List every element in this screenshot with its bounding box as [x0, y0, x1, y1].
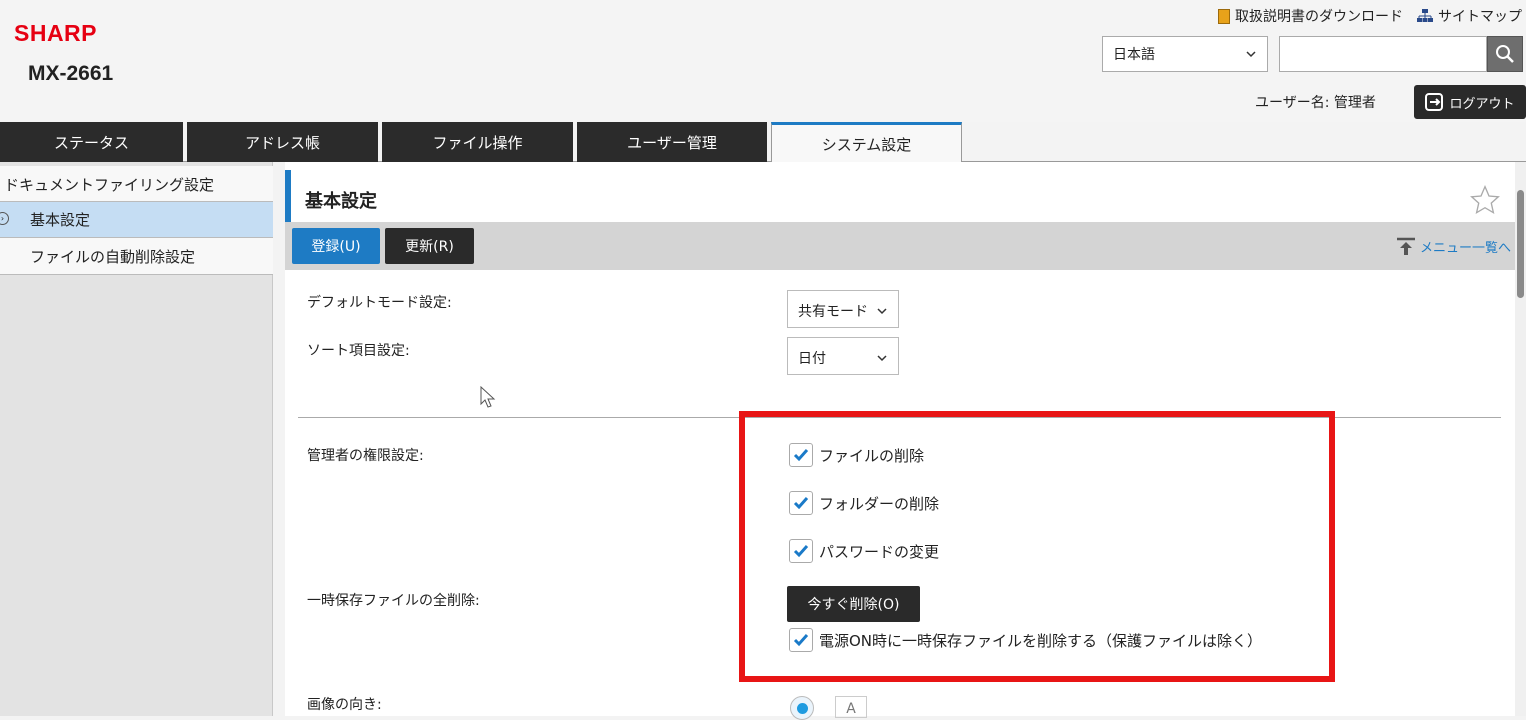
toolbar: 登録(U) 更新(R) メニュー一覧へ [285, 222, 1515, 270]
manual-download-link[interactable]: 取扱説明書のダウンロード [1218, 6, 1403, 26]
default-mode-label: デフォルトモード設定: [307, 295, 452, 311]
back-to-top-icon [1396, 237, 1415, 255]
sidebar-category-document-filing[interactable]: ドキュメントファイリング設定 [0, 166, 273, 202]
tab-user-management[interactable]: ユーザー管理 [577, 122, 767, 162]
tab-address-book[interactable]: アドレス帳 [187, 122, 378, 162]
orientation-a-icon: A [835, 696, 867, 718]
sitemap-icon [1417, 9, 1433, 22]
chevron-right-icon: › [0, 212, 9, 225]
menu-list-link[interactable]: メニュー一覧へ [1394, 236, 1511, 256]
scrollbar[interactable] [1515, 162, 1526, 716]
highlight-box [739, 411, 1335, 682]
sitemap-link[interactable]: サイトマップ [1417, 6, 1522, 26]
search-icon [1496, 45, 1514, 63]
page-title: 基本設定 [285, 170, 1515, 222]
model-name: MX-2661 [28, 62, 114, 85]
logout-label: ログアウト [1449, 96, 1515, 112]
tab-file-operations[interactable]: ファイル操作 [382, 122, 573, 162]
sharp-logo: SHARP [14, 20, 98, 46]
chevron-down-icon [877, 355, 887, 362]
scrollbar-thumb[interactable] [1517, 190, 1524, 298]
search-button[interactable] [1487, 36, 1523, 72]
update-button[interactable]: 更新(R) [385, 228, 474, 264]
star-icon[interactable] [1469, 184, 1501, 216]
logout-button[interactable]: ログアウト [1414, 85, 1526, 119]
radio-dot [796, 702, 808, 714]
tab-status[interactable]: ステータス [0, 122, 183, 162]
sidebar-item-basic-settings[interactable]: › 基本設定 [0, 202, 273, 238]
language-value: 日本語 [1113, 47, 1155, 63]
chevron-down-icon [877, 308, 887, 315]
admin-permissions-label: 管理者の権限設定: [307, 448, 424, 464]
sidebar-item-auto-delete[interactable]: ファイルの自動削除設定 [0, 238, 273, 275]
sitemap-label: サイトマップ [1438, 9, 1522, 25]
manual-download-label: 取扱説明書のダウンロード [1235, 9, 1403, 25]
search-input[interactable] [1279, 36, 1487, 72]
book-icon [1218, 8, 1230, 24]
image-orientation-label: 画像の向き: [307, 697, 382, 713]
language-select[interactable]: 日本語 [1102, 36, 1268, 72]
chevron-down-icon [1246, 51, 1256, 58]
header: SHARP MX-2661 取扱説明書のダウンロード サイトマップ 日本語 ユー… [0, 0, 1526, 122]
main-tabs: ステータス アドレス帳 ファイル操作 ユーザー管理 システム設定 [0, 122, 1526, 163]
sort-select[interactable]: 日付 [787, 337, 899, 375]
temp-file-delete-label: 一時保存ファイルの全削除: [307, 593, 480, 609]
sort-label: ソート項目設定: [307, 343, 410, 359]
sort-value: 日付 [798, 351, 826, 367]
register-button[interactable]: 登録(U) [292, 228, 380, 264]
mouse-cursor-icon [480, 386, 496, 408]
sidebar-item-label: 基本設定 [30, 211, 91, 229]
top-links: 取扱説明書のダウンロード サイトマップ [1218, 6, 1522, 26]
default-mode-value: 共有モード [798, 304, 868, 320]
tab-system-settings[interactable]: システム設定 [771, 122, 962, 163]
menu-list-label: メニュー一覧へ [1419, 240, 1511, 256]
default-mode-select[interactable]: 共有モード [787, 290, 899, 328]
logout-icon [1425, 93, 1444, 111]
page-title-text: 基本設定 [305, 191, 377, 212]
username-label: ユーザー名: 管理者 [1255, 95, 1376, 111]
orientation-radio[interactable] [790, 696, 814, 720]
sidebar: ドキュメントファイリング設定 › 基本設定 ファイルの自動削除設定 [0, 162, 273, 716]
